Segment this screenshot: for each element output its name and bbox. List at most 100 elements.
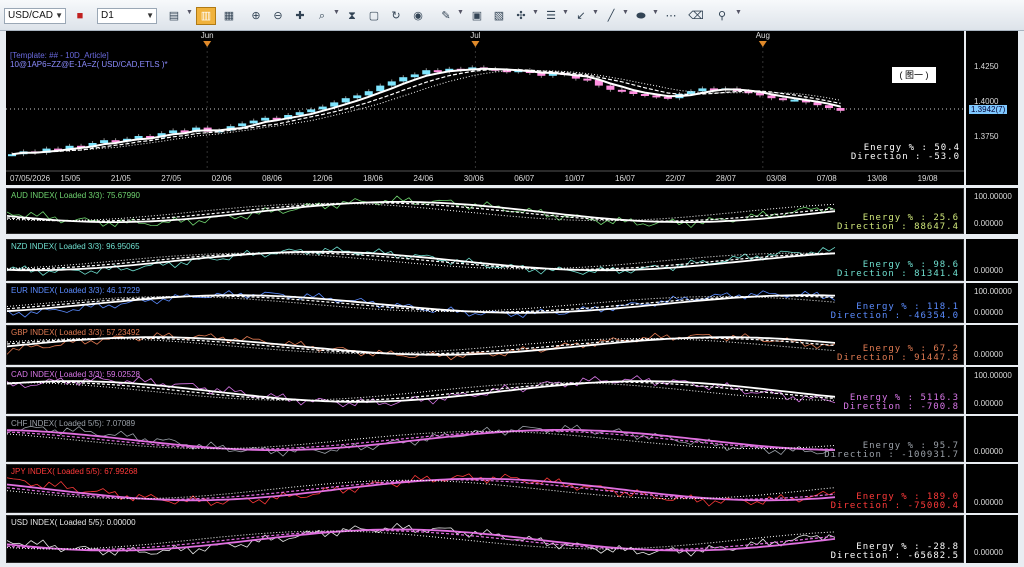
arrow-icon[interactable]: ↙	[571, 7, 591, 25]
pane-scale[interactable]: 0.00000	[966, 464, 1018, 513]
scale-bottom-label: 0.00000	[974, 447, 1003, 456]
candle	[640, 94, 649, 96]
pane-scale[interactable]: 0.00000	[966, 515, 1018, 563]
indicator-pane[interactable]: JPY INDEX( Loaded 5/5): 67.99268 Energy %…	[6, 464, 964, 513]
symbol-select[interactable]: USD/CAD ▼	[4, 8, 66, 24]
candle-icon[interactable]: ▥	[196, 7, 216, 25]
annotation-box[interactable]: ( 图一 )	[892, 67, 936, 83]
pane-scale[interactable]: 100.00000 0.00000	[966, 188, 1018, 234]
date-tick-label: 30/06	[464, 174, 485, 183]
candle	[663, 96, 672, 99]
oscillator-line	[6, 477, 836, 502]
eraser-icon[interactable]: ⌫	[686, 7, 706, 25]
candle	[778, 98, 788, 101]
candle	[169, 130, 178, 134]
line-icon[interactable]: ╱	[601, 7, 621, 25]
pane-label: CAD INDEX( Loaded 3/3): 59.02528	[11, 370, 140, 379]
search-icon[interactable]: ⌕	[312, 7, 332, 25]
pane-direction: Direction : -700.8	[843, 402, 959, 412]
pane-scale[interactable]: 0.00000	[966, 239, 1018, 281]
more-icon[interactable]: ⋯	[661, 7, 681, 25]
oscillator-line	[7, 252, 836, 270]
price-chart[interactable]: Jun Jul Aug 07/05/2026 15/05 21/05 27/05 02/06 0…	[6, 31, 964, 185]
month-marker	[758, 41, 767, 47]
pane-label: EUR INDEX( Loaded 3/3): 46.17229	[11, 286, 140, 295]
oscillator-line	[6, 246, 836, 276]
date-tick-label: 15/05	[60, 174, 81, 183]
month-marker	[203, 41, 212, 47]
indicator-canvas	[6, 332, 836, 361]
pane-label: GBP INDEX( Loaded 3/3): 57.23492	[11, 328, 140, 337]
candle	[583, 78, 592, 81]
picture-icon[interactable]: ▧	[489, 7, 509, 25]
pane-direction: Direction : -75000.4	[830, 501, 959, 511]
menu-icon[interactable]: ☰	[541, 7, 561, 25]
tree-icon[interactable]: ⚲	[712, 7, 732, 25]
price-tick-label: 1.4250	[974, 62, 999, 71]
date-tick-label: 07/08	[817, 174, 838, 183]
pane-label: JPY INDEX( Loaded 5/5): 67.99268	[11, 467, 138, 476]
period-icon[interactable]: ⧗	[342, 7, 362, 25]
date-tick-label: 19/08	[918, 174, 939, 183]
pane-scale[interactable]: 100.00000 0.00000	[966, 283, 1018, 323]
scale-top-label: 100.00000	[974, 192, 1012, 201]
indicator-canvas	[6, 375, 836, 408]
chart-type-icon[interactable]: ▤	[164, 7, 184, 25]
timeframe-select[interactable]: D1 ▼	[97, 8, 157, 24]
chevron-down-icon: ▼	[186, 9, 193, 16]
pencil-icon[interactable]: ✎	[436, 7, 456, 25]
oscillator-line	[6, 337, 836, 355]
color-icon[interactable]: ■	[70, 7, 90, 25]
price-scale[interactable]: 1.4250 1.4000 1.3750 1.3942(7)	[966, 31, 1018, 185]
chevron-down-icon: ▼	[146, 11, 154, 20]
image-icon[interactable]: ▣	[467, 7, 487, 25]
globe-icon[interactable]: ◉	[408, 7, 428, 25]
date-tick-label: 27/05	[161, 174, 182, 183]
date-tick-label: 22/07	[665, 174, 686, 183]
pane-direction: Direction : -65682.5	[830, 551, 959, 561]
fib-icon[interactable]: ✣	[511, 7, 531, 25]
zoom-in-icon[interactable]: ⊕	[246, 7, 266, 25]
candle	[422, 70, 431, 75]
indicator-pane[interactable]: CAD INDEX( Loaded 3/3): 59.02528 Energy %…	[6, 367, 964, 414]
candle	[307, 109, 316, 113]
date-tick-label: 21/05	[111, 174, 132, 183]
month-label: Jun	[201, 31, 214, 40]
bar-style-icon[interactable]: ▦	[219, 7, 239, 25]
month-label: Jul	[470, 31, 480, 40]
pane-scale[interactable]: 0.00000	[966, 416, 1018, 462]
candle	[376, 85, 385, 92]
symbol-value: USD/CAD	[8, 10, 54, 21]
pane-direction: Direction : 81341.4	[837, 269, 959, 279]
indicator-pane[interactable]: GBP INDEX( Loaded 3/3): 57.23492 Energy %…	[6, 325, 964, 365]
oscillator-line	[6, 479, 836, 500]
candle	[617, 89, 626, 92]
pane-label: CHF INDEX( Loaded 5/5): 7.07089	[11, 419, 136, 428]
indicator-pane[interactable]: AUD INDEX( Loaded 3/3): 75.67990 Energy %…	[6, 188, 964, 234]
object-icon[interactable]: ▢	[364, 7, 384, 25]
scale-bottom-label: 0.00000	[974, 548, 1003, 557]
price-tick-label: 1.3750	[974, 132, 999, 141]
pane-scale[interactable]: 0.00000	[966, 325, 1018, 365]
month-label: Aug	[756, 31, 770, 40]
candle	[261, 117, 270, 121]
zoom-out-icon[interactable]: ⊖	[268, 7, 288, 25]
pane-scale[interactable]: 100.00000 0.00000	[966, 367, 1018, 414]
rotate-icon[interactable]: ↻	[386, 7, 406, 25]
indicator-pane[interactable]: CHF INDEX( Loaded 5/5): 7.07089 Energy % …	[6, 416, 964, 462]
crosshair-icon[interactable]: ✚	[290, 7, 310, 25]
oscillator-line	[6, 375, 836, 408]
oscillator-line	[6, 250, 836, 272]
oscillator-line	[6, 382, 835, 401]
candle	[249, 120, 258, 124]
oscillator-line	[6, 479, 836, 500]
indicator-pane[interactable]: EUR INDEX( Loaded 3/3): 46.17229 Energy %…	[6, 283, 964, 323]
chevron-down-icon: ▼	[532, 9, 539, 16]
ellipse-icon[interactable]: ⬬	[631, 7, 651, 25]
indicator-pane[interactable]: NZD INDEX( Loaded 3/3): 96.95065 Energy %…	[6, 239, 964, 281]
indicator-pane[interactable]: USD INDEX( Loaded 5/5): 0.00000 Energy % …	[6, 515, 964, 563]
date-tick-label: 18/06	[363, 174, 384, 183]
pane-direction: Direction : 91447.8	[837, 353, 959, 363]
pane-label: AUD INDEX( Loaded 3/3): 75.67990	[11, 191, 140, 200]
indicator-canvas	[6, 290, 836, 319]
